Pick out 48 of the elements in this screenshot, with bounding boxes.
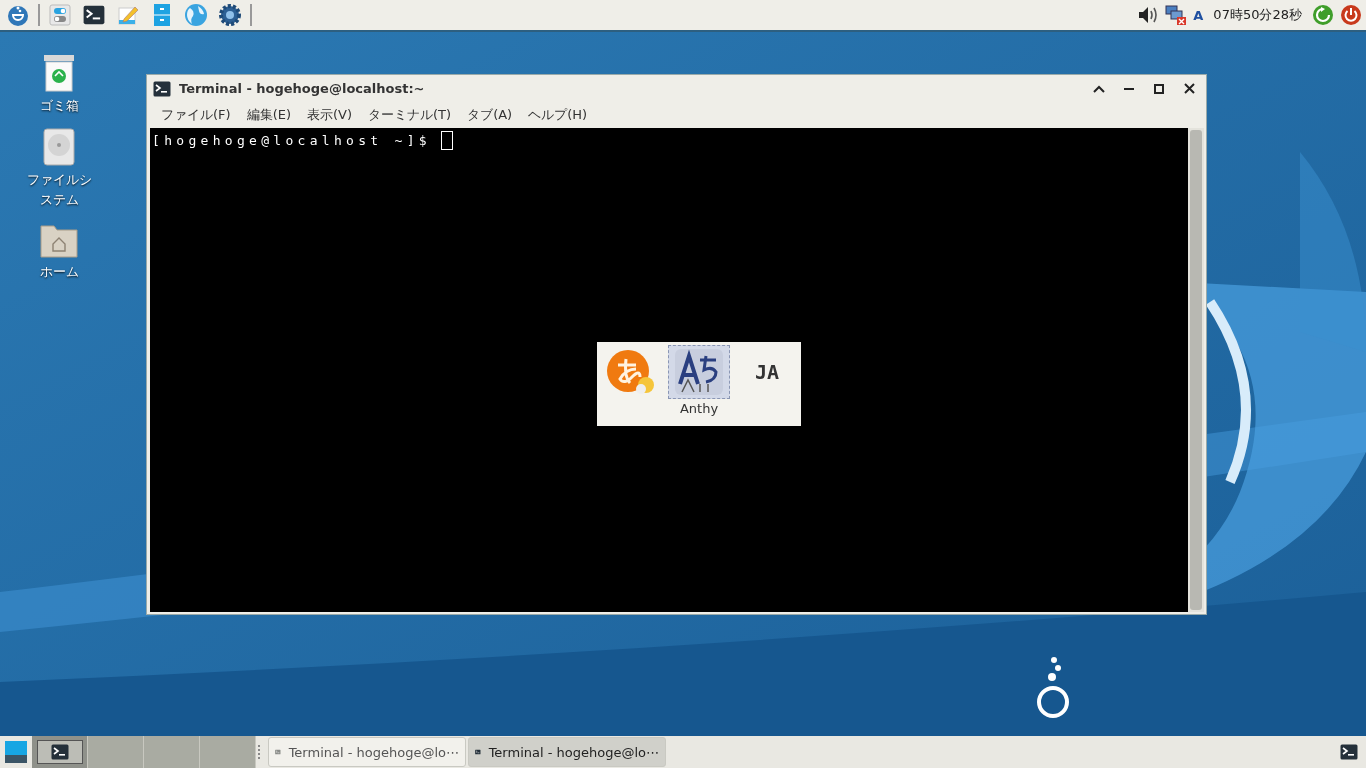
power-icon[interactable] (1340, 4, 1362, 26)
refresh-icon[interactable] (1312, 4, 1334, 26)
flask-logo-icon (7, 3, 29, 27)
input-method-option[interactable] (668, 345, 730, 399)
desktop-icon-label[interactable]: ゴミ箱 (23, 96, 95, 116)
clock[interactable]: 07時50分28秒 (1213, 6, 1302, 24)
toggle-switches-icon (49, 4, 71, 26)
home-folder-icon[interactable] (40, 222, 78, 258)
terminal-icon (153, 80, 171, 97)
text-cursor (440, 131, 453, 150)
globe-icon (184, 3, 208, 27)
hard-drive-icon[interactable] (43, 128, 75, 166)
input-method-name: Anthy (679, 401, 719, 416)
menu-item[interactable]: ターミナル(T) (360, 106, 460, 124)
trash-can-icon[interactable] (42, 54, 76, 92)
anthy-input-icon (674, 348, 724, 396)
settings-launcher[interactable] (46, 1, 74, 29)
network-disconnected-icon[interactable] (1165, 4, 1188, 26)
volume-icon[interactable] (1137, 5, 1160, 25)
window-title: Terminal - hogehoge@localhost:~ (179, 81, 426, 96)
task-button[interactable]: Terminal - hogehoge@lo⋯ (268, 737, 466, 767)
keyboard-layout-indicator[interactable]: A (1193, 7, 1204, 23)
workspace[interactable] (32, 736, 88, 768)
close-icon (1183, 83, 1195, 94)
menu-item[interactable]: 編集(E) (238, 106, 299, 124)
system-settings-launcher[interactable] (216, 1, 244, 29)
caret-icon (1093, 84, 1105, 93)
terminal-icon (1340, 744, 1358, 760)
terminal-icon (83, 5, 105, 25)
pencil-notepad-icon (117, 4, 139, 26)
input-method-option[interactable]: JA (736, 345, 798, 399)
maximize-icon (1154, 83, 1164, 94)
menu-item[interactable]: ファイル(F) (153, 106, 239, 124)
web-browser-launcher[interactable] (182, 1, 210, 29)
desktop-icon (4, 740, 28, 764)
desktop-icon-label[interactable]: ファイルシステム (23, 170, 95, 210)
terminal-icon (50, 744, 69, 760)
desktop-icon-label[interactable]: ホーム (23, 262, 95, 282)
shell-prompt: [hogehoge@localhost ~]$ (152, 133, 431, 148)
cabinet-icon (153, 3, 171, 27)
scrollbar[interactable] (1188, 128, 1204, 612)
menu-item[interactable]: タブ(A) (459, 106, 521, 124)
task-button[interactable]: Terminal - hogehoge@lo⋯ (468, 737, 666, 767)
language-code: JA (754, 360, 780, 384)
menu-item[interactable]: 表示(V) (299, 106, 361, 124)
hiragana-input-icon (606, 349, 656, 395)
menu-item[interactable]: ヘルプ(H) (520, 106, 596, 124)
gear-icon (218, 3, 242, 27)
